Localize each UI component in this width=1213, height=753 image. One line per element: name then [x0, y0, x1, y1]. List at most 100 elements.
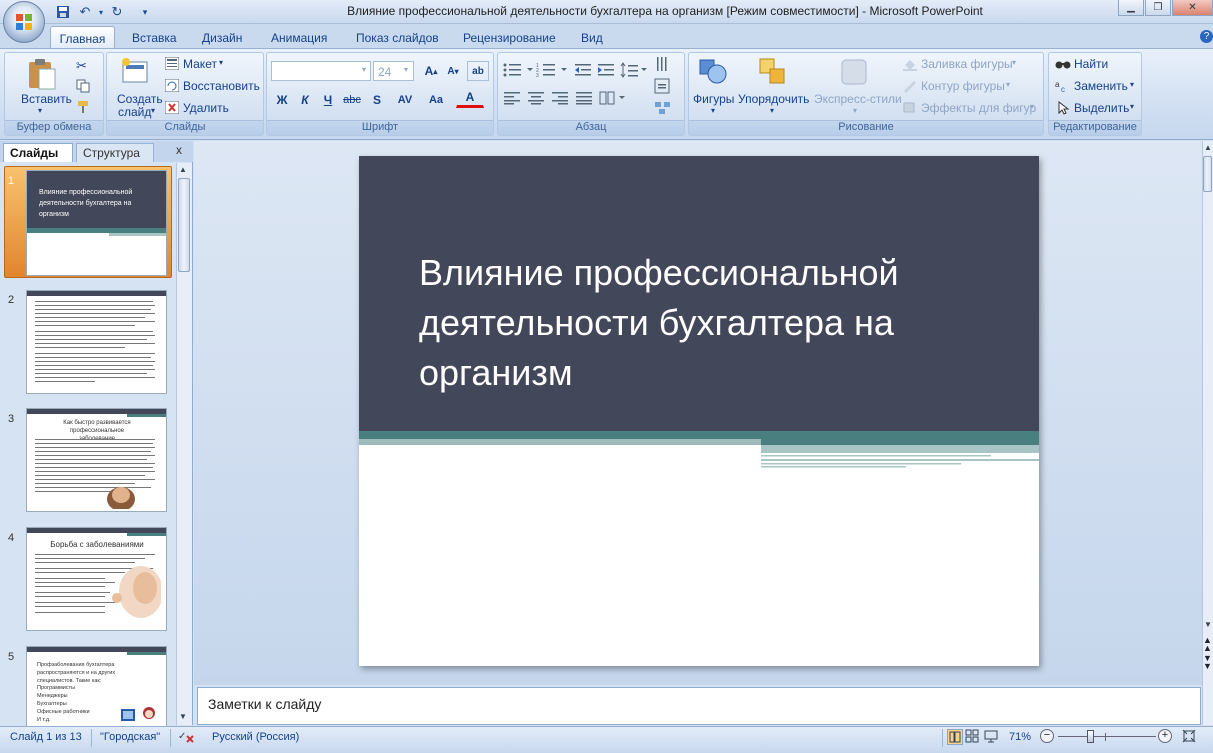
- shape-outline-dropdown-icon[interactable]: ▾: [1006, 80, 1010, 89]
- tab-review[interactable]: Рецензирование: [463, 31, 556, 45]
- strikethrough-button[interactable]: abc: [341, 90, 363, 110]
- justify-icon[interactable]: [575, 91, 593, 108]
- new-slide-dropdown-icon[interactable]: ▾: [151, 106, 155, 115]
- bullets-icon[interactable]: [502, 62, 536, 81]
- select-button[interactable]: Выделить: [1074, 101, 1129, 115]
- find-button[interactable]: Найти: [1074, 57, 1108, 71]
- font-color-button[interactable]: A: [456, 88, 484, 108]
- replace-dropdown-icon[interactable]: ▾: [1130, 80, 1134, 89]
- slide-thumbnail-3[interactable]: Как быстро развивается профессиональное …: [26, 408, 167, 512]
- arrange-button[interactable]: Упорядочить: [738, 92, 809, 106]
- decrease-indent-icon[interactable]: [573, 62, 593, 81]
- grow-font-icon[interactable]: A ▴: [420, 61, 442, 81]
- slide-scroll-down-icon[interactable]: ▼: [1204, 620, 1212, 629]
- slide-canvas[interactable]: Влияние профессиональной деятельности бу…: [359, 156, 1039, 666]
- tab-animation[interactable]: Анимация: [271, 31, 327, 45]
- tab-slideshow[interactable]: Показ слайдов: [356, 31, 439, 45]
- increase-indent-icon[interactable]: [596, 62, 616, 81]
- shapes-dropdown-icon[interactable]: ▾: [711, 106, 715, 115]
- slides-panel-scroll-thumb[interactable]: [178, 178, 190, 272]
- text-direction-icon[interactable]: [654, 55, 672, 76]
- smartart-icon[interactable]: [654, 100, 672, 119]
- next-slide-icon[interactable]: ▼ ▼: [1203, 654, 1212, 671]
- delete-slide-button[interactable]: Удалить: [183, 101, 229, 115]
- zoom-in-icon[interactable]: +: [1158, 729, 1172, 743]
- align-right-icon[interactable]: [551, 91, 569, 108]
- slide-thumbnail-2[interactable]: [26, 290, 167, 394]
- shadow-button[interactable]: S: [366, 90, 388, 110]
- arrange-dropdown-icon[interactable]: ▾: [770, 106, 774, 115]
- shape-fill-button[interactable]: Заливка фигуры: [921, 57, 1013, 71]
- scroll-up-icon[interactable]: ▲: [179, 165, 187, 174]
- tab-view[interactable]: Вид: [581, 31, 603, 45]
- format-painter-icon[interactable]: [76, 100, 90, 117]
- font-size-dropdown-icon[interactable]: ▾: [404, 65, 408, 74]
- layout-dropdown-icon[interactable]: ▾: [219, 58, 223, 67]
- zoom-level[interactable]: 71%: [1009, 731, 1031, 743]
- slide-thumbnail-5[interactable]: Профзаболевания бухгалтера распространяю…: [26, 646, 167, 726]
- slide-scroll-thumb[interactable]: [1203, 156, 1212, 192]
- maximize-button[interactable]: ❐: [1145, 0, 1171, 16]
- zoom-slider-thumb[interactable]: [1087, 730, 1094, 743]
- tab-home[interactable]: Главная: [50, 26, 115, 48]
- underline-button[interactable]: Ч: [317, 90, 339, 110]
- close-button[interactable]: ✕: [1172, 0, 1213, 16]
- shape-effects-dropdown-icon[interactable]: ▾: [1030, 102, 1034, 111]
- clear-formatting-icon[interactable]: ab: [467, 61, 489, 81]
- shapes-button[interactable]: Фигуры: [693, 92, 734, 106]
- help-icon[interactable]: ?: [1200, 30, 1213, 43]
- align-left-icon[interactable]: [503, 91, 521, 108]
- replace-button[interactable]: Заменить: [1074, 79, 1128, 93]
- shape-outline-button[interactable]: Контур фигуры: [921, 79, 1005, 93]
- shape-effects-button[interactable]: Эффекты для фигур: [921, 101, 1036, 115]
- slideshow-view-icon[interactable]: [984, 729, 1000, 745]
- font-name-input[interactable]: [271, 61, 371, 81]
- slide-title[interactable]: Влияние профессиональной деятельности бу…: [419, 248, 1019, 398]
- layout-button[interactable]: Макет: [183, 57, 217, 71]
- paste-button[interactable]: Вставить: [21, 92, 72, 106]
- spelling-icon[interactable]: ✓: [178, 728, 198, 747]
- shape-fill-dropdown-icon[interactable]: ▾: [1012, 58, 1016, 67]
- customize-qat-icon[interactable]: ▾: [136, 3, 154, 21]
- office-button[interactable]: [3, 1, 45, 43]
- redo-icon[interactable]: ↻: [108, 3, 126, 21]
- scroll-down-icon[interactable]: ▼: [179, 712, 187, 721]
- slide-scroll-up-icon[interactable]: ▲: [1204, 143, 1212, 152]
- minimize-button[interactable]: ▁: [1118, 0, 1144, 16]
- align-text-icon[interactable]: [654, 78, 672, 97]
- tab-slides[interactable]: Слайды: [3, 143, 73, 162]
- new-slide-button-line2[interactable]: слайд: [118, 105, 151, 119]
- select-dropdown-icon[interactable]: ▾: [1130, 102, 1134, 111]
- slide-sorter-icon[interactable]: [965, 729, 981, 745]
- numbering-icon[interactable]: 123: [536, 62, 570, 81]
- previous-slide-icon[interactable]: ▲ ▲: [1203, 636, 1212, 653]
- new-slide-button[interactable]: Создать: [117, 92, 163, 106]
- line-spacing-icon[interactable]: [620, 62, 650, 81]
- reset-button[interactable]: Восстановить: [183, 79, 260, 93]
- columns-icon[interactable]: [599, 91, 629, 108]
- italic-button[interactable]: К: [294, 90, 316, 110]
- font-name-dropdown-icon[interactable]: ▾: [362, 65, 366, 74]
- zoom-slider[interactable]: [1058, 736, 1156, 737]
- quick-styles-button[interactable]: Экспресс-стили: [814, 92, 902, 106]
- bold-button[interactable]: Ж: [271, 90, 293, 110]
- tab-insert[interactable]: Вставка: [132, 31, 177, 45]
- tab-design[interactable]: Дизайн: [202, 31, 242, 45]
- tab-outline[interactable]: Структура: [76, 143, 154, 162]
- copy-icon[interactable]: [76, 79, 90, 96]
- change-case-button[interactable]: Aa: [421, 90, 451, 110]
- paste-dropdown-icon[interactable]: ▾: [38, 106, 42, 115]
- notes-pane[interactable]: Заметки к слайду: [197, 687, 1201, 725]
- theme-name[interactable]: "Городская": [100, 731, 160, 743]
- save-icon[interactable]: [54, 3, 72, 21]
- zoom-out-icon[interactable]: −: [1040, 729, 1054, 743]
- language-indicator[interactable]: Русский (Россия): [212, 731, 299, 743]
- cut-icon[interactable]: ✂: [76, 58, 87, 74]
- quick-styles-dropdown-icon[interactable]: ▾: [853, 106, 857, 115]
- align-center-icon[interactable]: [527, 91, 545, 108]
- fit-to-window-icon[interactable]: [1182, 729, 1198, 745]
- slide-thumbnail-1[interactable]: Влияние профессиональной деятельности бу…: [26, 170, 167, 276]
- normal-view-icon[interactable]: [947, 729, 963, 745]
- close-panel-icon[interactable]: x: [176, 143, 182, 157]
- shrink-font-icon[interactable]: A ▾: [442, 61, 464, 81]
